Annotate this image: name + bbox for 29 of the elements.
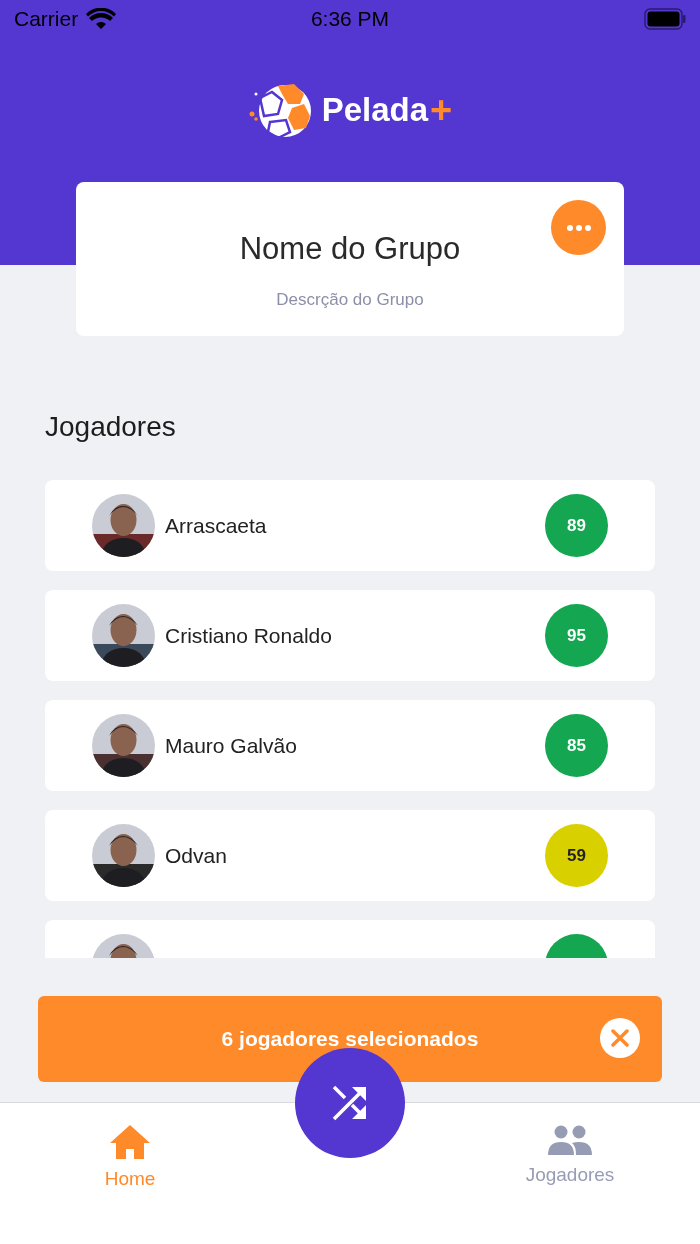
player-row[interactable]: Odvan 59 bbox=[45, 810, 655, 901]
group-description: Descrção do Grupo bbox=[276, 288, 424, 311]
player-row[interactable]: Arrascaeta 89 bbox=[45, 480, 655, 571]
close-button[interactable] bbox=[600, 1018, 640, 1058]
section-title: Jogadores bbox=[45, 410, 177, 444]
rating-badge: 95 bbox=[545, 604, 608, 667]
rating-badge: 89 bbox=[545, 494, 608, 557]
close-icon bbox=[611, 1029, 629, 1047]
player-row[interactable]: Mauro Galvão 85 bbox=[45, 700, 655, 791]
carrier-label: Carrier bbox=[14, 6, 79, 33]
group-name: Nome do Grupo bbox=[239, 230, 461, 268]
people-icon bbox=[548, 1125, 592, 1155]
player-row[interactable]: Cristiano Ronaldo 95 bbox=[45, 590, 655, 681]
player-name: Arrascaeta bbox=[165, 512, 268, 539]
wifi-icon bbox=[86, 8, 117, 30]
app-logo-text: Pelada bbox=[321, 90, 429, 131]
rating-badge: 85 bbox=[545, 714, 608, 777]
more-button[interactable] bbox=[551, 200, 606, 255]
soccer-ball-icon bbox=[247, 82, 314, 138]
home-icon bbox=[110, 1125, 150, 1159]
clock-time: 6:36 PM bbox=[310, 6, 390, 33]
rating-badge: 59 bbox=[545, 824, 608, 887]
player-name: Mauro Galvão bbox=[165, 732, 298, 759]
more-icon bbox=[566, 224, 591, 231]
player-name: Cristiano Ronaldo bbox=[165, 622, 333, 649]
app-logo-plus: + bbox=[430, 87, 453, 133]
selection-count: 6 jogadores selecionados bbox=[221, 1026, 479, 1053]
player-name: Odvan bbox=[165, 842, 228, 869]
battery-icon bbox=[644, 8, 686, 30]
